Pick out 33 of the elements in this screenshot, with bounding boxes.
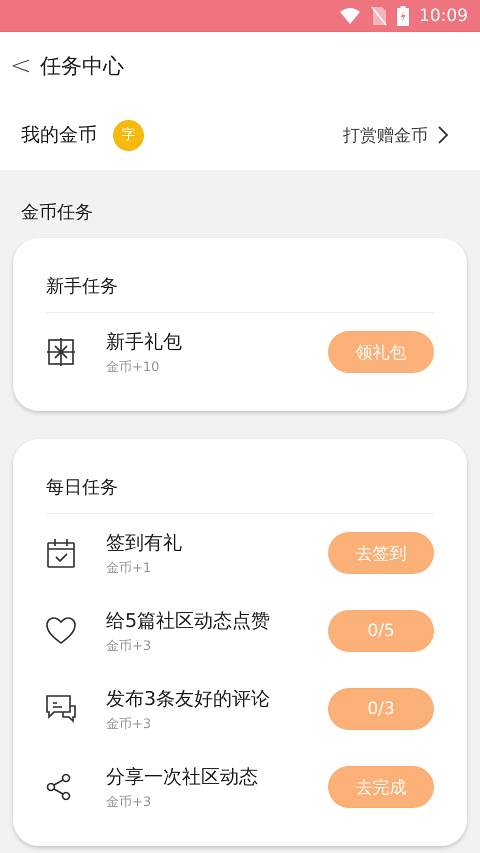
reward-coins-link[interactable]: 打赏赠金币 <box>343 124 428 146</box>
status-time: 10:09 <box>419 6 468 26</box>
task-reward: 金币+3 <box>106 716 152 732</box>
section-title: 金币任务 <box>20 201 94 225</box>
task-name: 新手礼包 <box>106 330 183 354</box>
task-action-button[interactable]: 领礼包 <box>328 331 434 373</box>
task-reward: 金币+10 <box>106 358 160 376</box>
task-name: 给5篇社区动态点赞 <box>106 608 272 634</box>
battery-icon <box>397 6 409 26</box>
task-reward: 金币+3 <box>106 638 152 654</box>
no-sim-icon <box>371 6 387 26</box>
card-title: 每日任务 <box>46 476 119 500</box>
calendar-check-icon <box>46 538 76 568</box>
task-reward: 金币+1 <box>106 560 152 576</box>
chevron-right-icon[interactable] <box>438 126 448 144</box>
page-title: 任务中心 <box>40 53 124 80</box>
card-title: 新手任务 <box>46 275 119 299</box>
task-action-button[interactable]: 0/5 <box>328 610 434 652</box>
task-action-button[interactable]: 0/3 <box>328 688 434 730</box>
task-action-button[interactable]: 去签到 <box>328 532 434 574</box>
task-name: 发布3条友好的评论 <box>106 686 272 712</box>
task-reward: 金币+3 <box>106 794 152 810</box>
share-icon <box>46 773 72 801</box>
task-action-button[interactable]: 去完成 <box>328 766 434 808</box>
back-button[interactable]: < <box>10 51 32 81</box>
coins-label: 我的金币 <box>21 123 97 148</box>
wifi-icon <box>339 7 361 25</box>
comment-icon <box>46 695 76 723</box>
coin-icon: 字 <box>113 120 144 150</box>
task-name: 签到有礼 <box>106 530 183 556</box>
task-name: 分享一次社区动态 <box>106 764 259 790</box>
heart-icon <box>46 617 76 645</box>
gift-icon <box>46 337 76 367</box>
